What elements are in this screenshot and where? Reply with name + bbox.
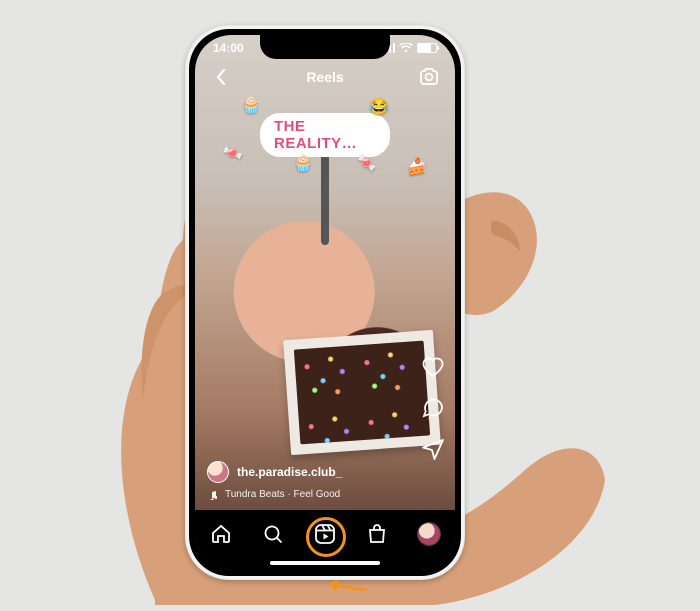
nav-search[interactable] <box>260 521 286 547</box>
reels-icon <box>313 522 337 546</box>
overlay-emoji: 🍬 <box>357 153 377 173</box>
audio-attribution[interactable]: Tundra Beats · Feel Good <box>207 489 443 500</box>
content-prop-tray <box>283 330 441 455</box>
action-rail <box>421 356 445 460</box>
reels-header: Reels <box>195 65 455 89</box>
home-icon <box>210 523 232 545</box>
header-title: Reels <box>195 69 455 85</box>
screen: 14:00 Reels THE REALITY… � <box>195 35 455 570</box>
home-indicator[interactable] <box>270 561 380 565</box>
search-icon <box>262 523 284 545</box>
overlay-emoji: 🧁 <box>241 95 261 115</box>
nav-shop[interactable] <box>364 521 390 547</box>
overlay-caption: THE REALITY… <box>260 113 390 157</box>
music-note-icon <box>207 490 217 500</box>
like-button[interactable] <box>421 356 445 378</box>
status-time: 14:00 <box>213 41 244 55</box>
comment-icon <box>421 396 445 420</box>
nav-home[interactable] <box>208 521 234 547</box>
shop-icon <box>366 523 388 545</box>
overlay-emoji: 🍰 <box>407 157 427 177</box>
audio-title: Tundra Beats · Feel Good <box>225 489 340 500</box>
heart-icon <box>421 356 445 378</box>
phone-device: 14:00 Reels THE REALITY… � <box>185 25 465 580</box>
author-avatar[interactable] <box>207 461 229 483</box>
overlay-emoji: 🧁 <box>293 153 313 173</box>
battery-icon <box>417 43 437 53</box>
profile-avatar-icon <box>418 523 440 545</box>
overlay-emoji: 😂 <box>369 97 389 117</box>
device-notch <box>260 35 390 59</box>
wifi-icon <box>399 43 413 53</box>
author-username[interactable]: the.paradise.club_ <box>237 465 342 479</box>
nav-reels[interactable] <box>312 521 338 547</box>
nav-profile[interactable] <box>416 521 442 547</box>
comment-button[interactable] <box>421 396 445 420</box>
post-meta: the.paradise.club_ Tundra Beats · Feel G… <box>207 455 443 500</box>
